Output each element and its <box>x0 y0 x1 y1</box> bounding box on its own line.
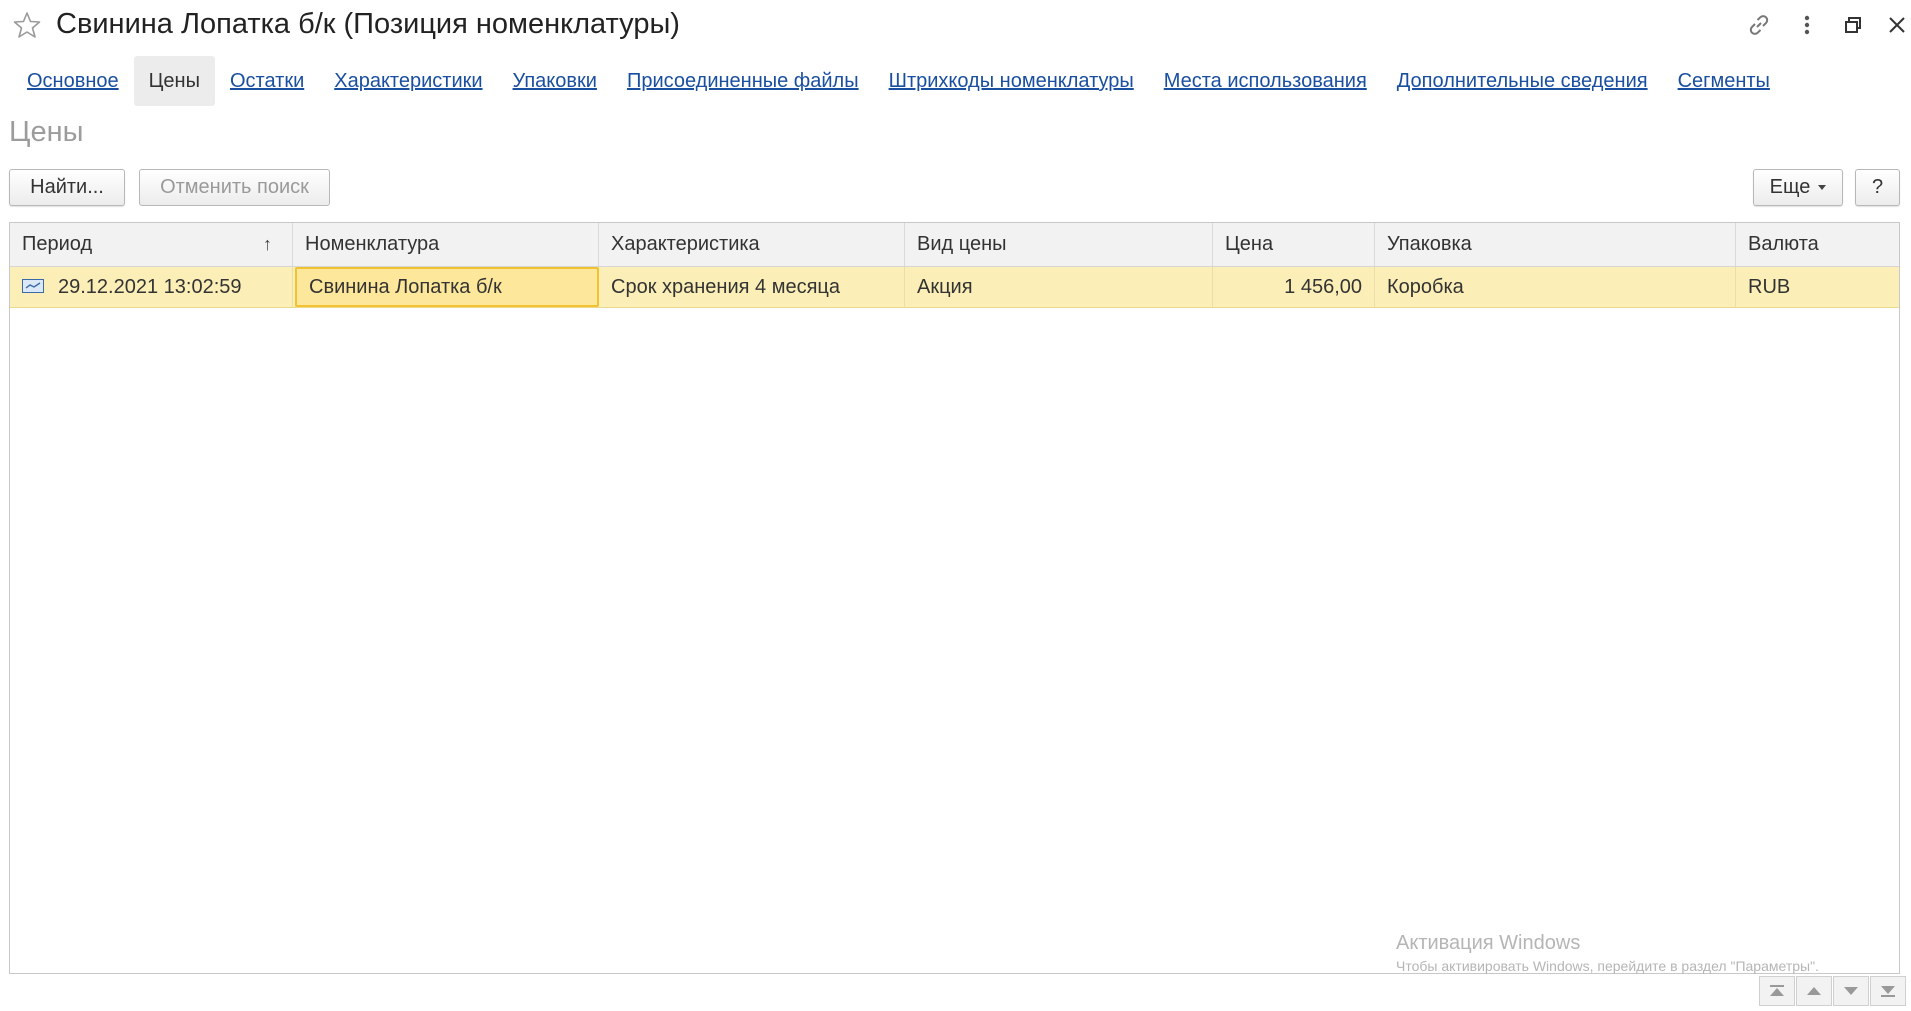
column-header-label: Период <box>22 233 93 255</box>
scroll-to-top-button[interactable] <box>1759 976 1795 1006</box>
link-icon[interactable] <box>1744 10 1774 40</box>
sort-ascending-icon: ↑ <box>263 234 272 254</box>
tab-attached-files[interactable]: Присоединенные файлы <box>612 56 874 106</box>
column-header-package[interactable]: Упаковка <box>1375 223 1736 266</box>
cell-nomenclature[interactable]: Свинина Лопатка б/к <box>295 267 599 307</box>
find-button[interactable]: Найти... <box>9 169 125 206</box>
chevron-down-icon <box>1818 185 1827 190</box>
column-header-price-type[interactable]: Вид цены <box>905 223 1213 266</box>
tab-characteristics[interactable]: Характеристики <box>319 56 497 106</box>
scroll-to-top-icon <box>1770 985 1784 996</box>
cell-price-type[interactable]: Акция <box>905 267 1213 307</box>
cell-price[interactable]: 1 456,00 <box>1213 267 1375 307</box>
windows-activation-hint: Чтобы активировать Windows, перейдите в … <box>1396 958 1819 974</box>
scroll-up-icon <box>1807 987 1821 995</box>
tab-basic[interactable]: Основное <box>12 56 134 106</box>
cell-period-value: 29.12.2021 13:02:59 <box>58 276 242 298</box>
scroll-to-bottom-icon <box>1881 986 1895 997</box>
column-header-nomenclature[interactable]: Номенклатура <box>293 223 599 266</box>
table-header: Период ↑ Номенклатура Характеристика Вид… <box>10 223 1899 267</box>
cell-characteristic[interactable]: Срок хранения 4 месяца <box>599 267 905 307</box>
column-header-price[interactable]: Цена <box>1213 223 1375 266</box>
section-title: Цены <box>9 116 84 148</box>
window-title: Свинина Лопатка б/к (Позиция номенклатур… <box>56 8 680 40</box>
tab-usage-places[interactable]: Места использования <box>1149 56 1382 106</box>
prices-table: Период ↑ Номенклатура Характеристика Вид… <box>9 222 1900 974</box>
restore-icon[interactable] <box>1838 10 1868 40</box>
more-icon[interactable] <box>1792 10 1822 40</box>
close-icon[interactable] <box>1882 10 1911 40</box>
cell-period[interactable]: 29.12.2021 13:02:59 <box>10 267 293 307</box>
star-icon[interactable] <box>12 10 42 40</box>
scroll-to-bottom-button[interactable] <box>1870 976 1906 1006</box>
cancel-search-button[interactable]: Отменить поиск <box>139 169 330 206</box>
more-actions-label: Еще <box>1769 176 1811 198</box>
help-button[interactable]: ? <box>1855 169 1900 206</box>
more-actions-button[interactable]: Еще <box>1753 169 1843 206</box>
cell-currency[interactable]: RUB <box>1736 267 1899 307</box>
window-titlebar: Свинина Лопатка б/к (Позиция номенклатур… <box>0 0 1911 54</box>
register-record-icon <box>22 279 44 294</box>
tab-barcodes[interactable]: Штрихкоды номенклатуры <box>874 56 1149 106</box>
scroll-down-icon <box>1844 987 1858 995</box>
tab-segments[interactable]: Сегменты <box>1663 56 1785 106</box>
tab-packages[interactable]: Упаковки <box>498 56 612 106</box>
tab-prices[interactable]: Цены <box>133 56 215 106</box>
column-header-period[interactable]: Период ↑ <box>10 223 293 266</box>
list-navigation <box>1758 976 1906 1006</box>
tab-additional-info[interactable]: Дополнительные сведения <box>1382 56 1663 106</box>
tab-stock[interactable]: Остатки <box>215 56 319 106</box>
windows-activation-title: Активация Windows <box>1396 932 1581 954</box>
scroll-up-button[interactable] <box>1796 976 1832 1006</box>
cell-package[interactable]: Коробка <box>1375 267 1736 307</box>
scroll-down-button[interactable] <box>1833 976 1869 1006</box>
section-tabs: Основное Цены Остатки Характеристики Упа… <box>12 56 1785 106</box>
column-header-currency[interactable]: Валюта <box>1736 223 1899 266</box>
table-row[interactable]: 29.12.2021 13:02:59 Свинина Лопатка б/к … <box>10 267 1899 308</box>
column-header-characteristic[interactable]: Характеристика <box>599 223 905 266</box>
